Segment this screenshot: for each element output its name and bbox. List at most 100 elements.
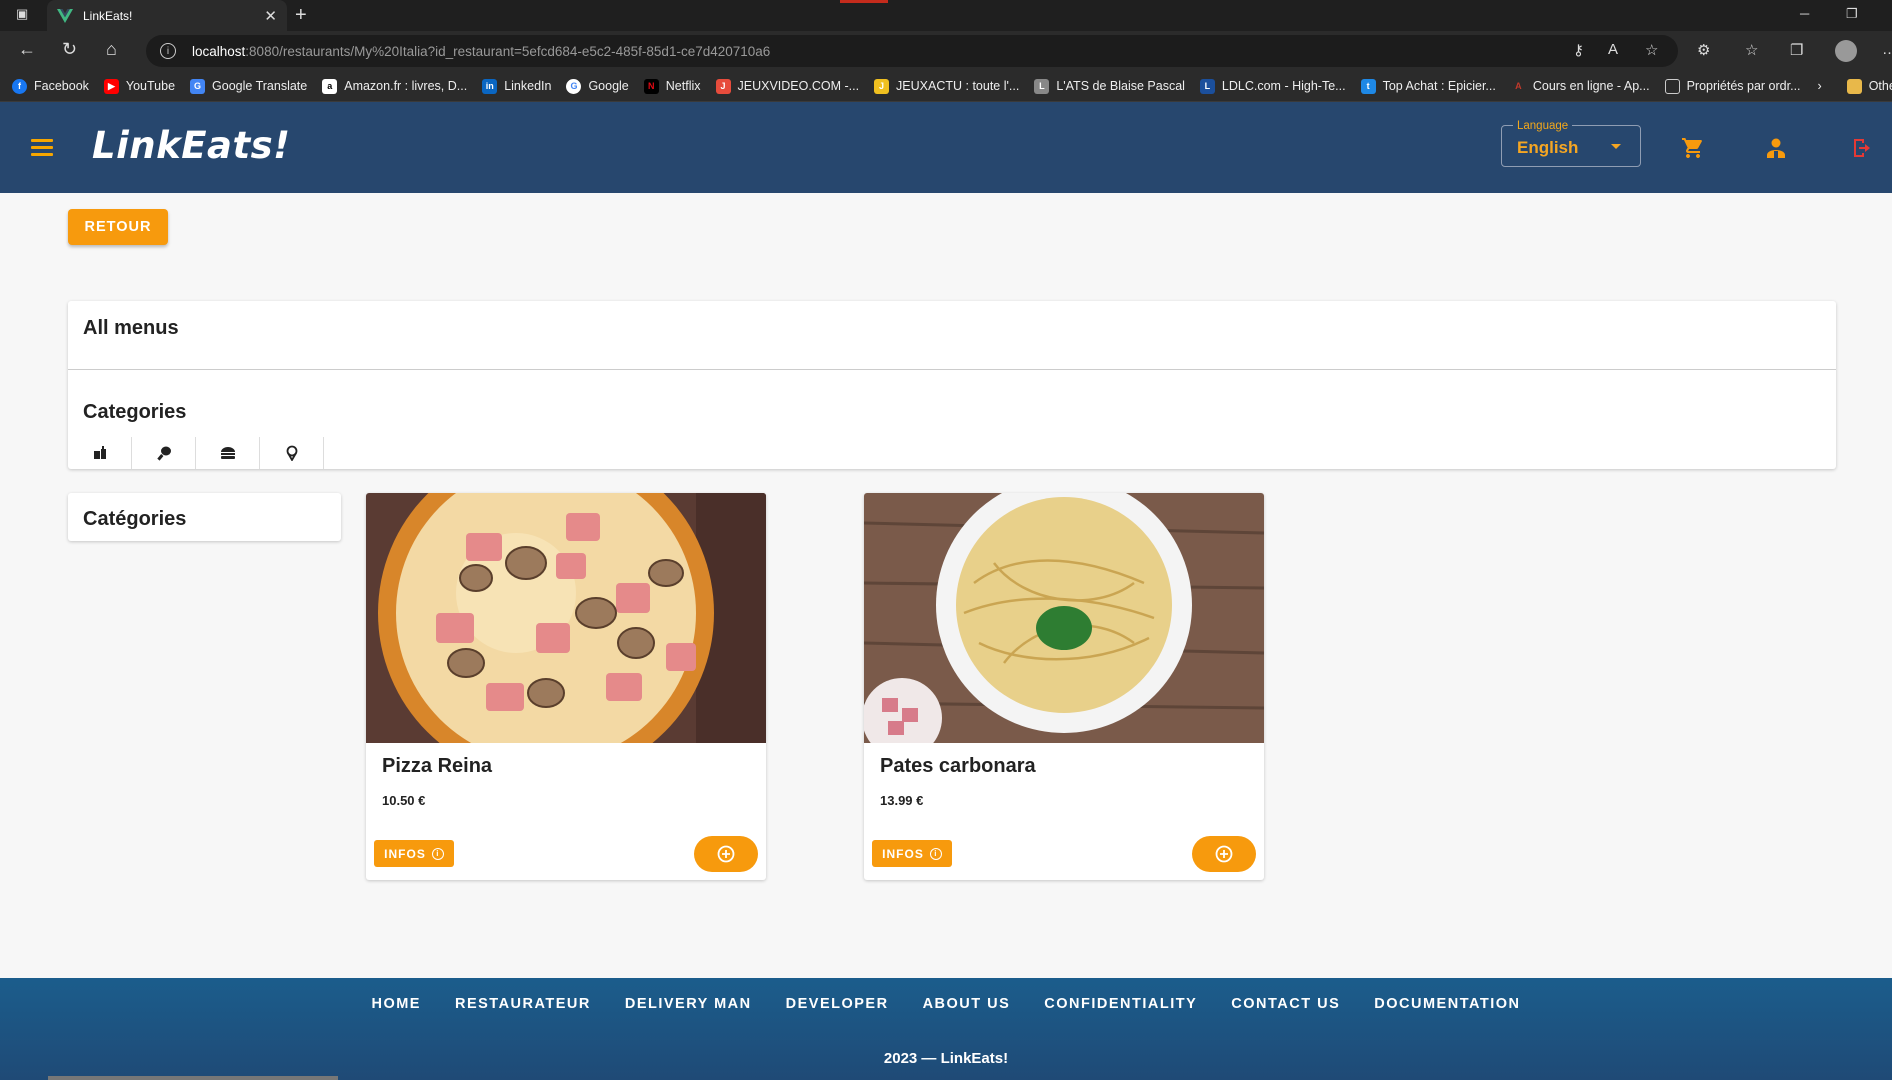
info-icon: i bbox=[929, 847, 942, 860]
collections-icon[interactable]: ❐ bbox=[1790, 41, 1803, 59]
document-icon bbox=[1664, 78, 1680, 94]
bookmark-jeuxvideo[interactable]: J JEUXVIDEO.COM -... bbox=[715, 78, 860, 94]
language-value[interactable]: English bbox=[1517, 138, 1578, 158]
category-tab-meat[interactable] bbox=[132, 437, 196, 469]
tab-actions-icon[interactable]: ▣ bbox=[16, 6, 28, 22]
footer-link-delivery-man[interactable]: DELIVERY MAN bbox=[608, 996, 769, 1012]
google-icon: G bbox=[566, 78, 582, 94]
back-button[interactable]: RETOUR bbox=[68, 209, 168, 245]
browser-tab-bar: ▣ LinkEats! ✕ + ─ ❐ bbox=[0, 0, 1892, 31]
footer-link-documentation[interactable]: DOCUMENTATION bbox=[1357, 996, 1537, 1012]
footer-link-home[interactable]: HOME bbox=[354, 996, 438, 1012]
bookmark-jeuxactu[interactable]: J JEUXACTU : toute l'... bbox=[874, 78, 1020, 94]
footer-nav: HOME RESTAURATEUR DELIVERY MAN DEVELOPER… bbox=[0, 996, 1892, 1012]
jeuxvideo-icon: J bbox=[715, 78, 731, 94]
add-to-cart-button[interactable] bbox=[694, 836, 758, 872]
bookmark-linkedin[interactable]: in LinkedIn bbox=[482, 78, 552, 94]
bookmark-facebook[interactable]: f Facebook bbox=[12, 78, 89, 94]
cours-icon: A bbox=[1515, 81, 1522, 91]
bookmark-label: Netflix bbox=[665, 79, 701, 93]
product-card: Pizza Reina 10.50 € INFOS i bbox=[366, 493, 766, 880]
browser-address-bar: ← ↻ ⌂ i localhost:8080/restaurants/My%20… bbox=[0, 31, 1892, 71]
product-name: Pates carbonara bbox=[880, 755, 1036, 777]
product-price: 13.99 € bbox=[880, 793, 924, 808]
restore-icon[interactable]: ❐ bbox=[1846, 6, 1858, 22]
app-logo[interactable]: LinkEats! bbox=[92, 124, 291, 167]
profile-avatar[interactable] bbox=[1835, 40, 1857, 62]
bookmark-proprietes[interactable]: Propriétés par ordr... bbox=[1664, 78, 1801, 94]
menu-icon[interactable] bbox=[31, 139, 53, 160]
bookmark-netflix[interactable]: N Netflix bbox=[643, 78, 701, 94]
account-icon[interactable] bbox=[1764, 136, 1788, 160]
chevron-down-icon[interactable] bbox=[1611, 144, 1621, 149]
jeuxactu-icon: J bbox=[874, 78, 890, 94]
infos-label: INFOS bbox=[882, 846, 924, 861]
password-key-icon[interactable]: ⚷ bbox=[1573, 41, 1584, 59]
burger-icon bbox=[220, 447, 235, 459]
bookmark-topachat[interactable]: t Top Achat : Epicier... bbox=[1360, 78, 1496, 94]
product-name: Pizza Reina bbox=[382, 755, 493, 777]
category-tab-burgers[interactable] bbox=[196, 437, 260, 469]
add-favorite-icon[interactable]: ☆ bbox=[1645, 41, 1658, 59]
pasta-image bbox=[864, 493, 1264, 743]
infos-button[interactable]: INFOS i bbox=[374, 840, 454, 867]
bookmarks-overflow-icon[interactable]: › bbox=[1818, 79, 1822, 93]
divider bbox=[68, 369, 1836, 370]
site-info-icon[interactable]: i bbox=[160, 43, 176, 59]
other-favorites[interactable]: Other favor bbox=[1846, 78, 1892, 94]
plus-circle-icon bbox=[1215, 845, 1233, 863]
product-card: Pates carbonara 13.99 € INFOS i bbox=[864, 493, 1264, 880]
bookmark-ldlc[interactable]: L LDLC.com - High-Te... bbox=[1199, 78, 1346, 94]
favorites-icon[interactable]: ☆ bbox=[1745, 41, 1758, 59]
new-tab-icon[interactable]: + bbox=[295, 4, 307, 27]
bookmark-amazon[interactable]: a Amazon.fr : livres, D... bbox=[322, 78, 467, 94]
bookmark-google-translate[interactable]: G Google Translate bbox=[190, 78, 307, 94]
add-to-cart-button[interactable] bbox=[1192, 836, 1256, 872]
ats-icon: L bbox=[1034, 78, 1050, 94]
category-tab-desserts[interactable] bbox=[260, 437, 324, 469]
category-tab-drinks[interactable] bbox=[68, 437, 132, 469]
bookmark-label: L'ATS de Blaise Pascal bbox=[1056, 79, 1185, 93]
browser-tab[interactable]: LinkEats! ✕ bbox=[47, 0, 287, 31]
info-icon: i bbox=[431, 847, 444, 860]
horizontal-scrollbar[interactable] bbox=[48, 1076, 338, 1080]
bookmark-label: JEUXVIDEO.COM -... bbox=[737, 79, 860, 93]
amazon-icon: a bbox=[322, 78, 338, 94]
linkedin-icon: in bbox=[482, 78, 498, 94]
close-tab-icon[interactable]: ✕ bbox=[264, 7, 277, 25]
infos-button[interactable]: INFOS i bbox=[872, 840, 952, 867]
bookmark-label: Google bbox=[588, 79, 629, 93]
bookmark-google[interactable]: G Google bbox=[566, 78, 629, 94]
url-host: localhost bbox=[192, 43, 246, 59]
tab-title: LinkEats! bbox=[83, 8, 133, 23]
bookmark-ats[interactable]: L L'ATS de Blaise Pascal bbox=[1034, 78, 1185, 94]
back-icon[interactable]: ← bbox=[18, 39, 36, 60]
footer-link-confidentiality[interactable]: CONFIDENTIALITY bbox=[1027, 996, 1214, 1012]
url-path: :8080/restaurants/My%20Italia?id_restaur… bbox=[245, 43, 771, 59]
footer-link-contact-us[interactable]: CONTACT US bbox=[1214, 996, 1357, 1012]
youtube-icon: ▶ bbox=[103, 78, 119, 94]
bookmark-youtube[interactable]: ▶ YouTube bbox=[103, 78, 176, 94]
read-aloud-icon[interactable]: A bbox=[1608, 41, 1618, 58]
drink-icon bbox=[93, 446, 106, 459]
cart-icon[interactable] bbox=[1680, 136, 1706, 160]
infos-label: INFOS bbox=[384, 846, 426, 861]
url-input[interactable]: i localhost:8080/restaurants/My%20Italia… bbox=[146, 35, 1678, 67]
refresh-icon[interactable]: ↻ bbox=[62, 39, 77, 60]
logout-icon[interactable] bbox=[1850, 136, 1874, 160]
home-icon[interactable]: ⌂ bbox=[106, 39, 117, 60]
bookmark-cours[interactable]: A Cours en ligne - Ap... bbox=[1511, 79, 1649, 94]
bookmark-label: JEUXACTU : toute l'... bbox=[896, 79, 1020, 93]
extensions-icon[interactable]: ⚙ bbox=[1697, 41, 1710, 59]
all-menus-title[interactable]: All menus bbox=[83, 317, 179, 340]
categories-title: Categories bbox=[83, 401, 187, 423]
topachat-icon: t bbox=[1360, 78, 1376, 94]
footer-link-restaurateur[interactable]: RESTAURATEUR bbox=[438, 996, 608, 1012]
bookmark-label: YouTube bbox=[125, 79, 176, 93]
more-icon[interactable]: … bbox=[1882, 41, 1892, 58]
minimize-icon[interactable]: ─ bbox=[1800, 6, 1809, 21]
footer-link-about-us[interactable]: ABOUT US bbox=[906, 996, 1028, 1012]
footer-link-developer[interactable]: DEVELOPER bbox=[769, 996, 906, 1012]
copyright: 2023 — LinkEats! bbox=[883, 1050, 1009, 1067]
bookmark-label: LinkedIn bbox=[504, 79, 552, 93]
